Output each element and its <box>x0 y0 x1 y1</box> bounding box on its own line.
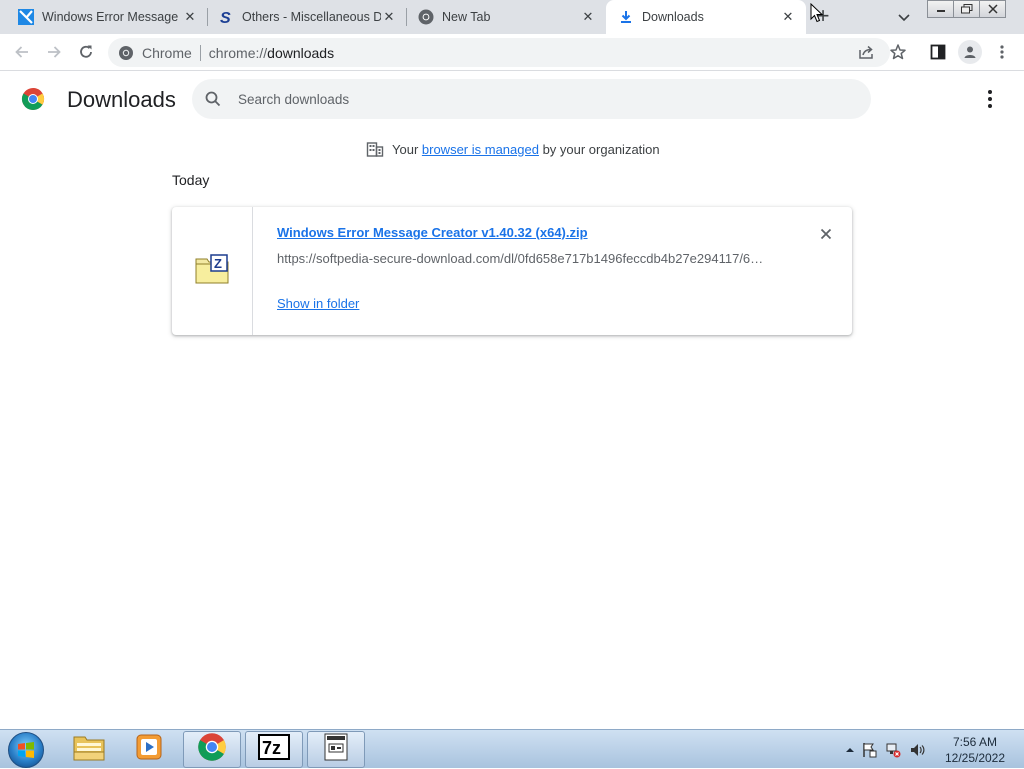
taskbar-explorer[interactable] <box>60 731 118 768</box>
minimize-button[interactable] <box>927 0 954 18</box>
search-downloads-input[interactable] <box>238 91 838 107</box>
remove-download-icon[interactable] <box>817 225 835 243</box>
file-source-url[interactable]: https://softpedia-secure-download.com/dl… <box>277 251 777 266</box>
show-hidden-icons-icon[interactable] <box>843 746 857 754</box>
error-message-creator-icon <box>324 733 348 766</box>
tab-search-chevron-icon[interactable] <box>896 9 912 25</box>
tab-strip: Windows Error Message C ✕ S Others - Mis… <box>0 0 1024 34</box>
close-tab-icon[interactable]: ✕ <box>780 9 796 25</box>
window-controls <box>927 0 1006 18</box>
restore-button[interactable] <box>953 0 980 18</box>
clock-time: 7:56 AM <box>952 735 998 749</box>
side-panel-icon[interactable] <box>929 43 947 61</box>
reload-icon[interactable] <box>77 43 95 61</box>
chrome-logo-icon <box>21 87 45 111</box>
system-tray <box>843 730 929 769</box>
building-icon <box>366 140 384 158</box>
tab-windows-error-message[interactable]: Windows Error Message C ✕ <box>0 0 208 34</box>
tab-title: New Tab <box>442 10 491 24</box>
close-tab-icon[interactable]: ✕ <box>381 9 397 25</box>
windows-taskbar: 7z 7:56 AM 12/25/2022 <box>0 729 1024 768</box>
windows-explorer-icon <box>73 733 105 766</box>
forward-arrow-icon[interactable] <box>45 43 63 61</box>
start-button[interactable] <box>8 732 44 768</box>
taskbar-chrome[interactable] <box>183 731 241 768</box>
close-window-button[interactable] <box>979 0 1006 18</box>
browser-toolbar: Chrome chrome://downloads <box>0 34 1024 71</box>
tab-title: Others - Miscellaneous D <box>242 10 381 24</box>
volume-icon[interactable] <box>905 742 929 758</box>
browser-managed-link[interactable]: browser is managed <box>422 142 539 157</box>
managed-suffix: by your organization <box>538 141 660 157</box>
managed-prefix: Your <box>392 141 422 157</box>
file-name-link[interactable]: Windows Error Message Creator v1.40.32 (… <box>277 225 588 240</box>
date-heading: Today <box>172 172 210 188</box>
site-chip: Chrome <box>142 44 192 61</box>
tab-title: Windows Error Message C <box>42 10 182 24</box>
show-in-folder-link[interactable]: Show in folder <box>277 296 359 311</box>
taskbar-7zip[interactable]: 7z <box>245 731 303 768</box>
close-tab-icon[interactable]: ✕ <box>580 9 596 25</box>
back-arrow-icon[interactable] <box>13 43 31 61</box>
share-icon[interactable] <box>857 43 875 61</box>
taskbar-error-message-creator[interactable] <box>307 731 365 768</box>
more-actions-icon[interactable] <box>981 89 999 109</box>
softpedia-s-icon: S <box>218 9 234 25</box>
clock-date: 12/25/2022 <box>944 751 1006 765</box>
download-icon <box>618 9 634 25</box>
page-title: Downloads <box>67 87 176 112</box>
svg-text:Z: Z <box>214 256 222 271</box>
profile-avatar[interactable] <box>958 40 982 64</box>
svg-text:7z: 7z <box>262 738 281 758</box>
svg-text:S: S <box>220 10 231 25</box>
tab-others-miscellaneous[interactable]: S Others - Miscellaneous D ✕ <box>208 0 407 34</box>
chrome-icon <box>197 732 227 767</box>
close-tab-icon[interactable]: ✕ <box>182 9 198 25</box>
managed-notice: Your browser is managed by your organiza… <box>366 140 660 158</box>
url-scheme: chrome:// <box>208 44 268 61</box>
omnibox-divider <box>199 44 201 61</box>
address-bar[interactable]: Chrome chrome://downloads <box>108 38 890 67</box>
tab-downloads[interactable]: Downloads ✕ <box>606 0 806 34</box>
tab-new-tab[interactable]: New Tab ✕ <box>407 0 606 34</box>
taskbar-media-player[interactable] <box>120 731 178 768</box>
softpedia-app-icon <box>18 9 34 25</box>
url-path: downloads <box>267 44 335 61</box>
network-disconnected-icon[interactable] <box>881 742 905 758</box>
7zip-icon: 7z <box>258 734 290 765</box>
taskbar-clock[interactable]: 7:56 AM 12/25/2022 <box>940 734 1010 766</box>
bookmark-star-icon[interactable] <box>889 43 907 61</box>
file-icon-column: Z <box>172 207 253 335</box>
chrome-menu-icon[interactable] <box>993 43 1011 61</box>
downloads-header: Downloads <box>0 72 1024 128</box>
mouse-cursor-icon <box>810 2 824 23</box>
media-player-icon <box>135 733 163 766</box>
tab-title: Downloads <box>642 10 704 24</box>
chrome-site-icon <box>118 45 134 61</box>
action-center-flag-icon[interactable] <box>857 742 881 758</box>
download-item-card: Z Windows Error Message Creator v1.40.32… <box>172 207 852 335</box>
chrome-icon <box>418 9 434 25</box>
search-icon <box>204 90 222 108</box>
search-downloads-box[interactable] <box>192 79 871 119</box>
7zip-archive-icon: Z <box>195 253 229 289</box>
